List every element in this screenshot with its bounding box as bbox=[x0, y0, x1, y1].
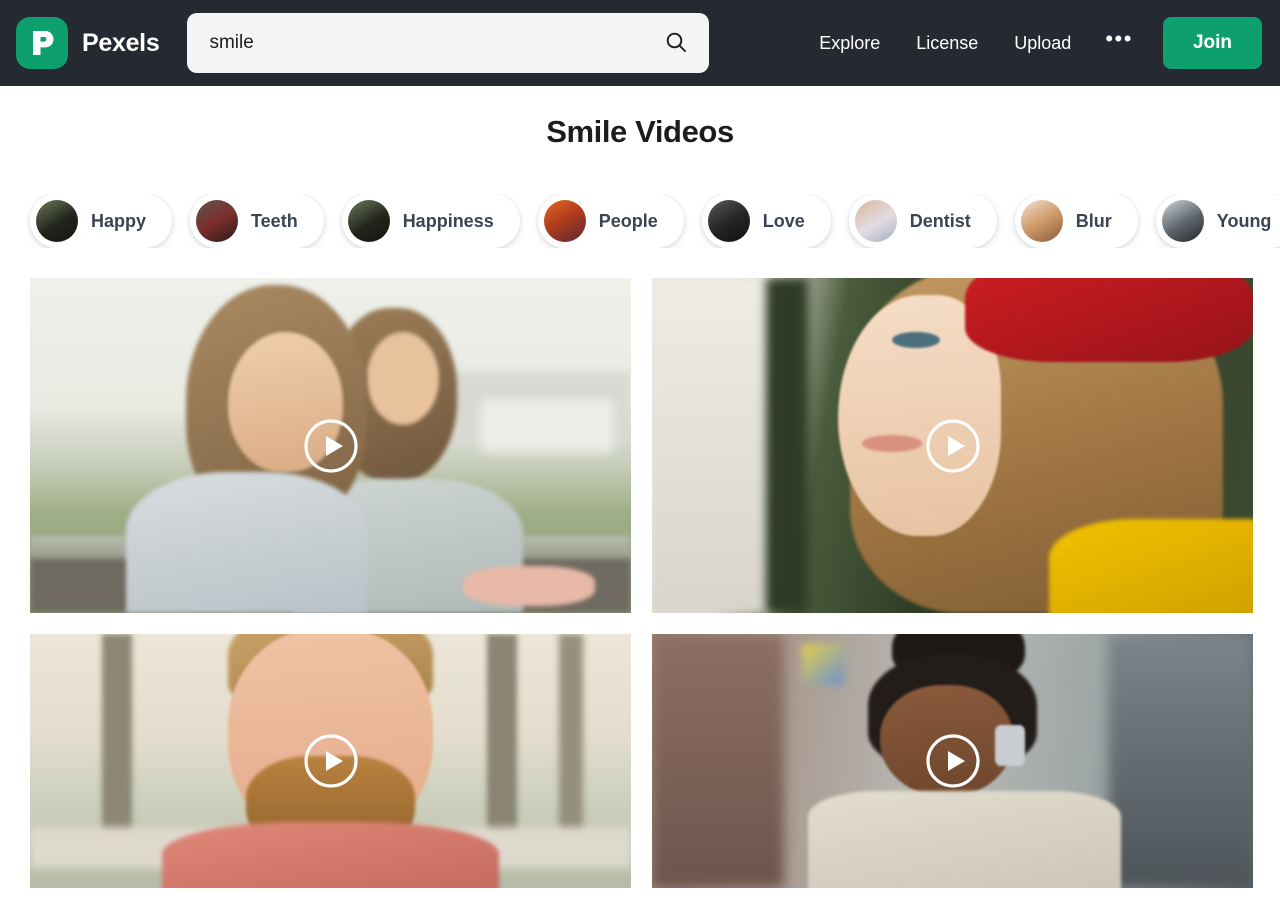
tag-thumbnail bbox=[36, 200, 78, 242]
nav-link-upload[interactable]: Upload bbox=[996, 23, 1089, 64]
tag-thumbnail bbox=[707, 200, 750, 242]
tag-chip-label: Happy bbox=[91, 210, 147, 231]
video-results-grid bbox=[0, 278, 1280, 888]
tag-chip-dentist[interactable]: Dentist bbox=[848, 194, 997, 248]
nav-link-license[interactable]: License bbox=[898, 23, 996, 64]
tag-chip-label: Blur bbox=[1075, 210, 1112, 231]
video-thumbnail bbox=[30, 634, 631, 888]
video-thumbnail bbox=[652, 278, 1253, 613]
pexels-p-logo-icon bbox=[16, 17, 68, 69]
main-navigation: Explore License Upload ••• Join bbox=[801, 17, 1264, 69]
video-thumbnail bbox=[30, 278, 631, 613]
video-thumbnail bbox=[652, 634, 1253, 888]
tag-chip-young[interactable]: Young bbox=[1155, 194, 1280, 248]
site-header: Pexels Explore License Upload ••• Join bbox=[0, 0, 1280, 86]
tag-chip-label: Happiness bbox=[402, 210, 494, 231]
tag-thumbnail bbox=[196, 200, 239, 242]
search-button[interactable] bbox=[661, 28, 691, 58]
tag-thumbnail bbox=[347, 200, 390, 242]
search-input[interactable] bbox=[209, 32, 662, 54]
tag-thumbnail bbox=[543, 200, 586, 242]
tag-thumbnail bbox=[854, 200, 897, 242]
tag-chip-label: Dentist bbox=[909, 210, 971, 231]
tag-chip-label: Teeth bbox=[251, 210, 298, 231]
join-button[interactable]: Join bbox=[1162, 17, 1262, 69]
tag-chip-teeth[interactable]: Teeth bbox=[190, 194, 324, 248]
video-card[interactable] bbox=[30, 634, 631, 888]
ellipsis-icon[interactable]: ••• bbox=[1089, 28, 1149, 56]
tag-chip-label: People bbox=[598, 210, 658, 231]
page-title: Smile Videos bbox=[546, 114, 734, 149]
search-icon bbox=[664, 30, 688, 57]
related-tags-row: Happy Teeth Happiness People Love Dentis… bbox=[0, 194, 1280, 248]
tag-chip-love[interactable]: Love bbox=[701, 194, 831, 248]
search-bar[interactable] bbox=[187, 13, 710, 73]
tag-chip-label: Young bbox=[1216, 210, 1272, 231]
video-card[interactable] bbox=[652, 634, 1253, 888]
tag-chip-happy[interactable]: Happy bbox=[30, 194, 173, 248]
tag-thumbnail bbox=[1161, 200, 1204, 242]
video-card[interactable] bbox=[652, 278, 1253, 613]
tag-chip-blur[interactable]: Blur bbox=[1014, 194, 1138, 248]
tag-chip-label: Love bbox=[762, 210, 805, 231]
brand-name: Pexels bbox=[82, 28, 160, 57]
tag-thumbnail bbox=[1020, 200, 1063, 242]
video-card[interactable] bbox=[30, 278, 631, 613]
tag-chip-happiness[interactable]: Happiness bbox=[341, 194, 520, 248]
tag-chip-people[interactable]: People bbox=[537, 194, 684, 248]
nav-link-explore[interactable]: Explore bbox=[801, 23, 898, 64]
brand-logo[interactable]: Pexels bbox=[16, 17, 160, 69]
